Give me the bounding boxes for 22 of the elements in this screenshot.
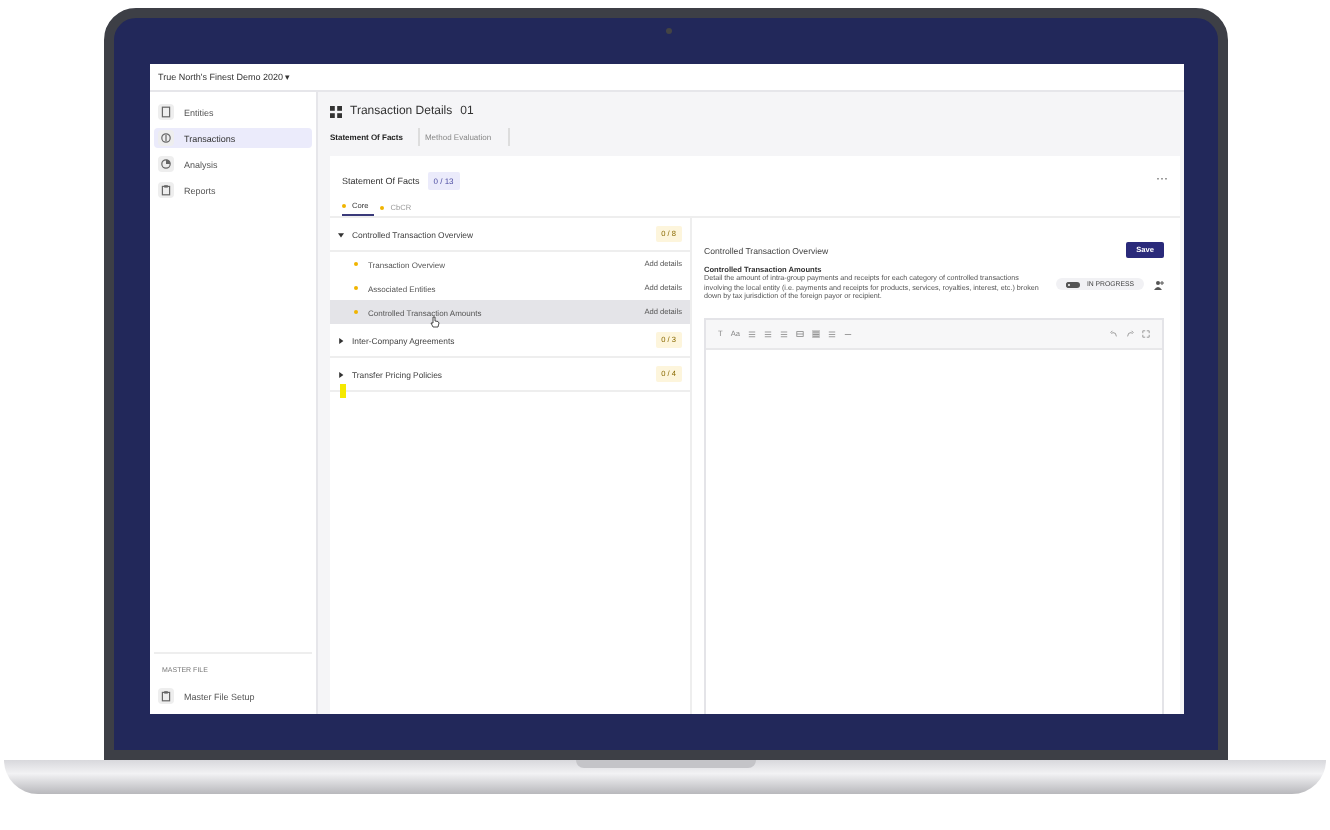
table-icon xyxy=(795,330,804,339)
pie-icon xyxy=(160,158,172,170)
clipboard-icon xyxy=(160,184,172,196)
coin-icon xyxy=(160,132,172,144)
caret-right-icon xyxy=(338,337,344,343)
highlight-mark xyxy=(340,384,346,398)
redo-icon xyxy=(1126,330,1134,339)
align-icon xyxy=(779,330,788,339)
bullet-list-icon xyxy=(747,330,756,339)
undo-icon xyxy=(1110,330,1118,339)
camera-icon xyxy=(666,28,672,34)
caret-right-icon xyxy=(338,371,344,377)
document-icon xyxy=(160,106,172,118)
fullscreen-icon xyxy=(1142,330,1150,339)
clipboard-icon xyxy=(160,690,172,702)
grid-icon xyxy=(330,106,342,118)
caret-down-icon xyxy=(338,231,344,237)
numbered-list-icon xyxy=(763,330,772,339)
strikethrough-icon xyxy=(827,330,836,339)
people-icon xyxy=(1154,279,1164,289)
highlight-icon xyxy=(811,330,820,339)
hand-cursor-icon xyxy=(430,316,440,328)
